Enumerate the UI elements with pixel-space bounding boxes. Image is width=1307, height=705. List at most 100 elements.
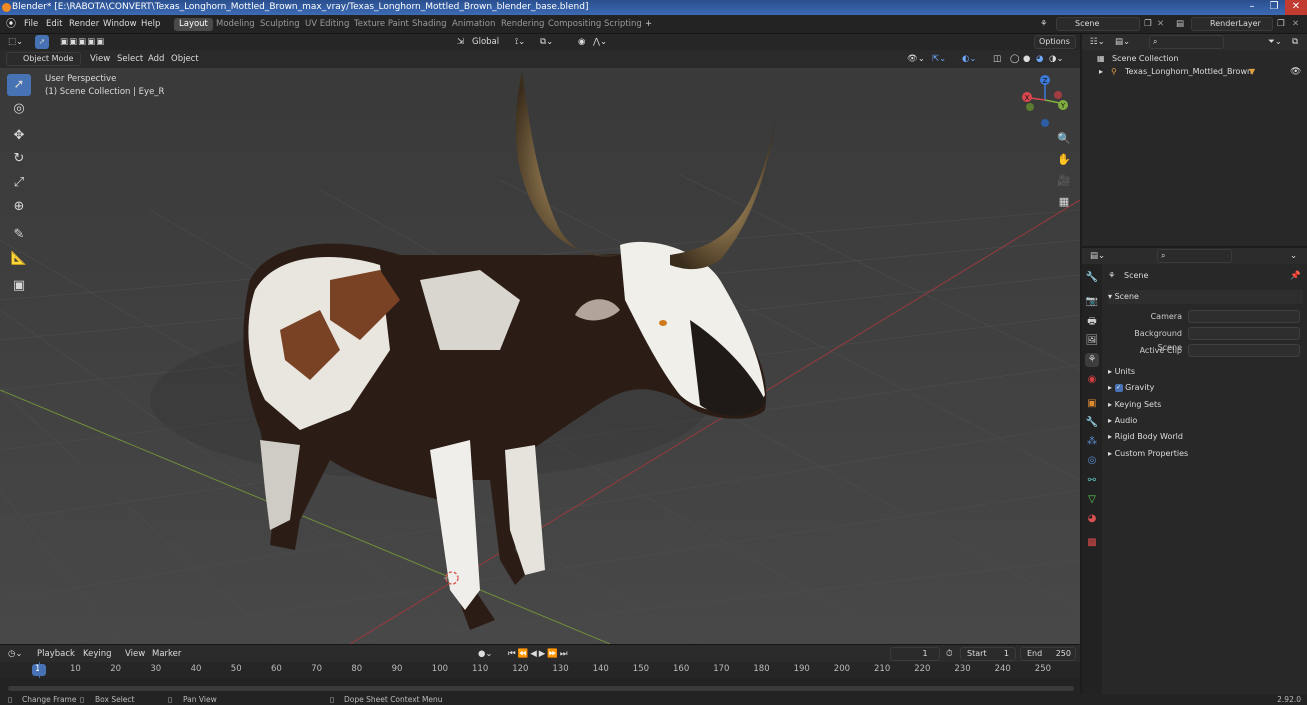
view-layer-tab-icon[interactable]: 🖼 [1085,334,1099,348]
particles-tab-icon[interactable]: ⁂ [1085,435,1099,449]
material-tab-icon[interactable]: ◕ [1085,512,1099,526]
view-layer-icon[interactable]: ▤ [1176,18,1184,31]
viewport-menu-add[interactable]: Add [148,52,164,66]
tab-modeling[interactable]: Modeling [211,18,260,31]
minimize-button[interactable]: – [1241,0,1263,15]
viewport-menu-object[interactable]: Object [171,52,199,66]
data-tab-icon[interactable]: ▽ [1085,493,1099,507]
add-workspace-button[interactable]: + [640,18,657,31]
current-frame-field[interactable]: 1 [890,647,940,661]
object-mode-dropdown[interactable]: Object Mode [6,52,81,66]
pivot-point-icon[interactable]: ⟟⌄ [515,35,525,49]
blender-menu-icon[interactable]: ⦿ [6,18,16,31]
snap-icon[interactable]: ⧉⌄ [540,35,553,49]
tab-layout[interactable]: Layout [174,18,213,31]
timeline-menu-playback[interactable]: Playback [37,647,75,661]
scene-selector-icon[interactable]: ⚘ [1040,18,1048,31]
timeline-scrollbar[interactable] [8,686,1074,691]
tab-compositing[interactable]: Compositing [543,18,606,31]
transform-orientation-icon[interactable]: ⇲ [457,35,464,49]
measure-tool-icon[interactable]: 📐 [7,248,31,270]
properties-editor-icon[interactable]: ▤⌄ [1090,249,1105,263]
timeline-ruler[interactable]: 1 10 20 30 40 50 60 70 80 90 100 110 120 130 140 150 160… [0,662,1080,678]
rotate-tool-icon[interactable]: ↻ [7,148,31,170]
menu-window[interactable]: Window [103,18,137,31]
viewport-menu-view[interactable]: View [90,52,110,66]
scale-tool-icon[interactable]: ⤢ [7,172,31,194]
output-tab-icon[interactable]: 🖶 [1085,315,1099,329]
cursor-tool-icon[interactable]: ◎ [7,98,31,120]
render-tab-icon[interactable]: 📷 [1085,295,1099,309]
gravity-section[interactable]: ▸ ✓ Gravity [1108,381,1154,395]
camera-field[interactable] [1188,310,1300,323]
filter-icon[interactable]: ⏷⌄ [1268,35,1282,49]
proportional-edit-icon[interactable]: ◉ [578,35,585,49]
expand-chevron-icon[interactable]: ▸ [1099,65,1103,79]
overlay-toggle-icon[interactable]: ◐⌄ [962,52,977,66]
keying-sets-section[interactable]: ▸ Keying Sets [1108,398,1161,412]
transform-orientation-dropdown[interactable]: Global [472,35,499,49]
delete-scene-icon[interactable]: ✕ [1157,18,1164,31]
maximize-button[interactable]: ❐ [1263,0,1285,15]
outliner-scene-collection[interactable]: Scene Collection [1112,52,1179,66]
timeline-menu-view[interactable]: View [125,647,145,661]
menu-help[interactable]: Help [141,18,160,31]
close-button[interactable]: ✕ [1285,0,1307,15]
options-dropdown[interactable]: Options [1034,35,1076,49]
annotate-tool-icon[interactable]: ✎ [7,224,31,246]
visibility-icon[interactable]: 👁⌄ [907,52,925,66]
outliner-editor-icon[interactable]: ☷⌄ [1090,35,1105,49]
start-frame-field[interactable]: Start 1 [960,647,1016,661]
select-box-tool[interactable]: ➚ [7,74,31,96]
shading-rendered-icon[interactable]: ◑⌄ [1049,52,1064,66]
xray-toggle-icon[interactable]: ◫ [993,52,1001,66]
tab-uv-editing[interactable]: UV Editing [300,18,354,31]
custom-properties-section[interactable]: ▸ Custom Properties [1108,447,1188,461]
constraints-tab-icon[interactable]: ⚯ [1085,474,1099,488]
scene-field[interactable]: Scene [1056,17,1140,31]
add-cube-tool-icon[interactable]: ▣ [7,275,31,297]
end-frame-field[interactable]: End 250 [1020,647,1076,661]
outliner-item-longhorn[interactable]: Texas_Longhorn_Mottled_Brown [1125,65,1252,79]
menu-file[interactable]: File [24,18,38,31]
background-scene-field[interactable] [1188,327,1300,340]
audio-section[interactable]: ▸ Audio [1108,414,1137,428]
tool-tab-icon[interactable]: 🔧 [1085,271,1099,285]
scene-panel-header[interactable]: ▾ Scene [1108,290,1303,304]
move-tool-icon[interactable]: ✥ [7,125,31,147]
physics-tab-icon[interactable]: ◎ [1085,454,1099,468]
auto-keying-icon[interactable]: ●⌄ [478,647,493,661]
selection-modes-icon[interactable]: ▣▣▣▣▣ [60,35,105,49]
viewport-menu-select[interactable]: Select [117,52,143,66]
new-view-layer-icon[interactable]: ❐ [1277,18,1285,31]
shading-solid-icon[interactable]: ● [1023,52,1030,66]
object-tab-icon[interactable]: ▣ [1085,397,1099,411]
pan-hand-icon[interactable]: ✋ [1055,151,1073,169]
tab-animation[interactable]: Animation [447,18,500,31]
zoom-icon[interactable]: 🔍 [1055,130,1073,148]
editor-type-icon[interactable]: ⬚⌄ [8,35,23,49]
shading-wireframe-icon[interactable]: ◯ [1010,52,1020,66]
units-section[interactable]: ▸ Units [1108,365,1135,379]
playback-controls-icon[interactable]: ⏮⏪◀▶⏩⏭ [508,647,570,661]
tab-shading[interactable]: Shading [407,18,452,31]
gizmo-toggle-icon[interactable]: ⇱⌄ [932,52,946,66]
outliner-search-input[interactable]: ⌕ [1149,35,1224,49]
preview-range-icon[interactable]: ⏱ [946,647,953,661]
delete-view-layer-icon[interactable]: ✕ [1292,18,1299,31]
display-mode-icon[interactable]: ▤⌄ [1115,35,1130,49]
tab-rendering[interactable]: Rendering [496,18,549,31]
gravity-checkbox[interactable]: ✓ [1114,383,1123,392]
properties-search-input[interactable]: ⌕ [1157,249,1232,263]
3d-viewport[interactable]: Z X Y ➚ ◎ ✥ ↻ ⤢ ⊕ ✎ 📐 ▣ User Perspective… [0,50,1080,644]
modifiers-tab-icon[interactable]: 🔧 [1085,416,1099,430]
menu-edit[interactable]: Edit [46,18,62,31]
new-scene-icon[interactable]: ❐ [1144,18,1152,31]
menu-render[interactable]: Render [69,18,99,31]
properties-options-icon[interactable]: ⌄ [1290,249,1297,263]
timeline-menu-marker[interactable]: Marker [152,647,181,661]
rigid-body-world-section[interactable]: ▸ Rigid Body World [1108,430,1183,444]
ortho-grid-icon[interactable]: ▦ [1055,193,1073,211]
tab-texture-paint[interactable]: Texture Paint [349,18,414,31]
select-mode-icon[interactable]: ➚ [35,35,49,49]
